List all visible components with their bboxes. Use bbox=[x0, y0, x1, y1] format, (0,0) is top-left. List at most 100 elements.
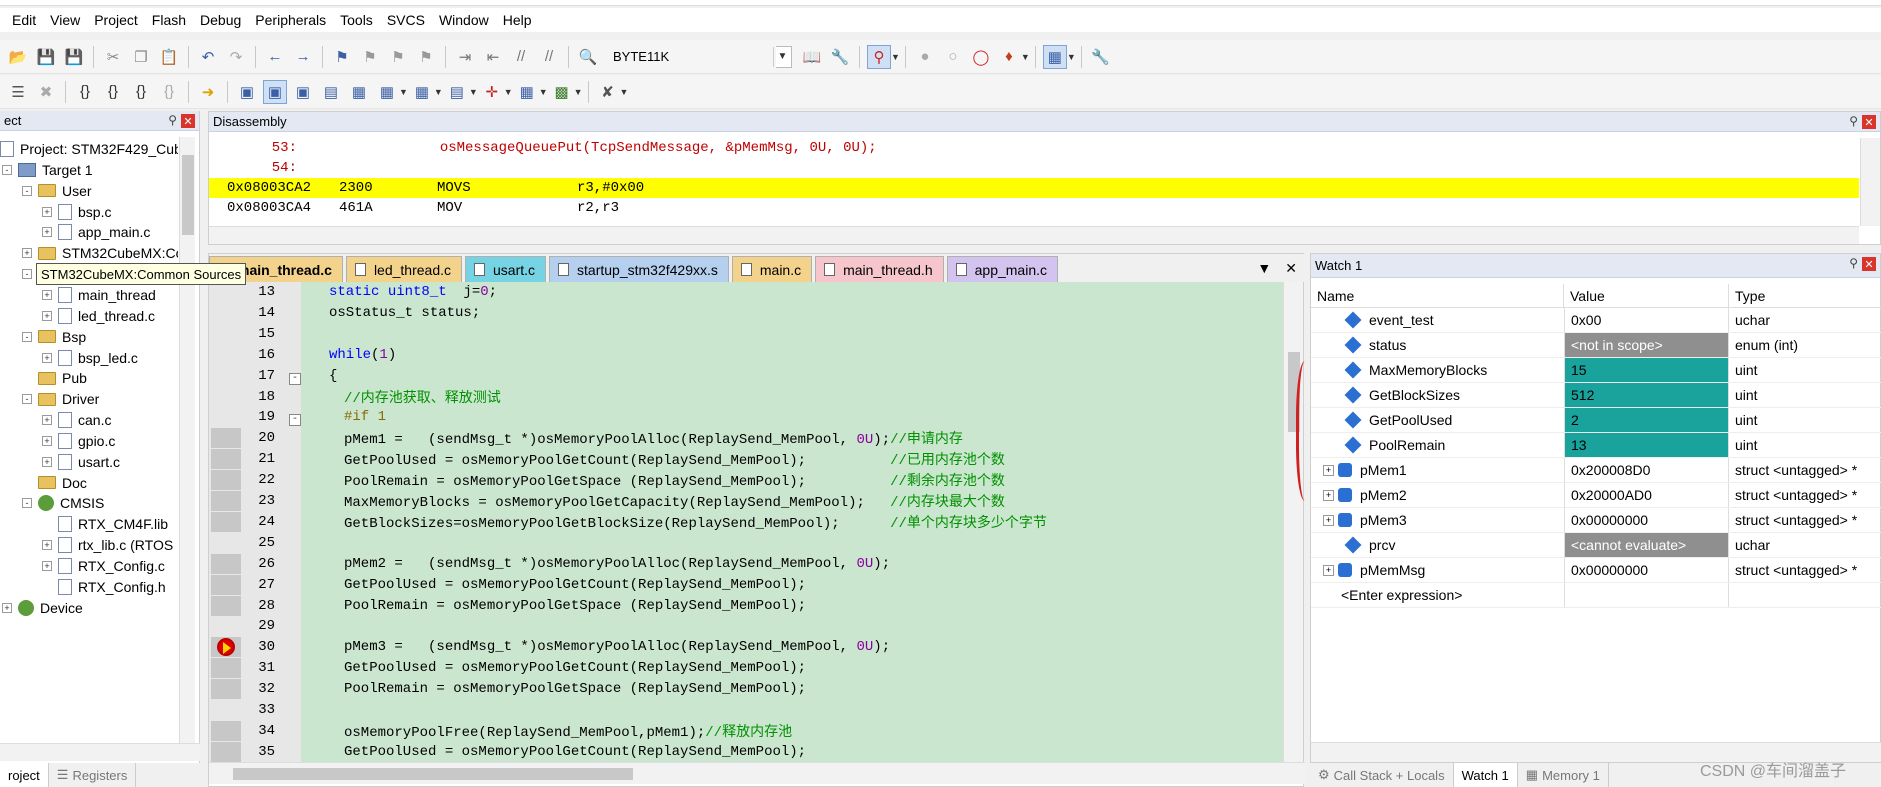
uncomment-icon[interactable]: // bbox=[537, 45, 561, 69]
menu-peripherals[interactable]: Peripherals bbox=[251, 12, 336, 28]
code-line[interactable]: 25 bbox=[209, 533, 344, 553]
menu-svcs[interactable]: SVCS bbox=[383, 12, 435, 28]
menu-project[interactable]: Project bbox=[90, 12, 148, 28]
chevron-down-icon[interactable]: ▼ bbox=[434, 87, 443, 97]
paste-icon[interactable]: 📋 bbox=[157, 45, 181, 69]
watch-name[interactable]: + pMem3 bbox=[1311, 512, 1564, 528]
trace-window-icon[interactable]: ▦ bbox=[515, 80, 539, 104]
code-line[interactable]: 30 pMem3 = (sendMsg_t *)osMemoryPoolAlloc… bbox=[209, 637, 890, 657]
menu-edit[interactable]: Edit bbox=[8, 12, 46, 28]
code-line[interactable]: 32 PoolRemain = osMemoryPoolGetSpace (Rep… bbox=[209, 679, 806, 699]
tab-project[interactable]: roject bbox=[0, 763, 49, 787]
collapse-icon[interactable]: - bbox=[22, 331, 32, 342]
watch-value[interactable]: 0x200008D0 bbox=[1564, 458, 1729, 482]
tab-led-thread-c[interactable]: led_thread.c bbox=[345, 256, 462, 282]
code-line[interactable]: 17 - { bbox=[209, 366, 337, 386]
watch-value[interactable]: 0x00 bbox=[1564, 308, 1729, 332]
source-line[interactable]: 54: bbox=[209, 158, 1859, 178]
code-line[interactable]: 28 PoolRemain = osMemoryPoolGetSpace (Rep… bbox=[209, 596, 806, 616]
pin-icon[interactable]: ⚲ bbox=[1849, 114, 1858, 128]
chevron-down-icon[interactable]: ▼ bbox=[574, 87, 583, 97]
tab-main-thread-h[interactable]: main_thread.h bbox=[815, 256, 944, 282]
watch-name[interactable]: GetPoolUsed bbox=[1311, 411, 1564, 429]
watch-name[interactable]: + pMem2 bbox=[1311, 487, 1564, 503]
cut-icon[interactable]: ✂ bbox=[101, 45, 125, 69]
expand-icon[interactable]: + bbox=[1323, 464, 1334, 476]
copy-icon[interactable]: ❐ bbox=[129, 45, 153, 69]
watch-row[interactable]: + pMemMsg 0x00000000 struct <untagged> * bbox=[1311, 558, 1881, 583]
tab-app-main-c[interactable]: app_main.c bbox=[946, 256, 1059, 282]
watch-row[interactable]: PoolRemain 13 uint bbox=[1311, 433, 1881, 458]
chevron-down-icon[interactable]: ▼ bbox=[399, 87, 408, 97]
system-viewer-icon[interactable]: ▩ bbox=[550, 80, 574, 104]
watch-row[interactable]: status <not in scope> enum (int) bbox=[1311, 333, 1881, 358]
watch-row[interactable]: event_test 0x00 uchar bbox=[1311, 308, 1881, 333]
expand-icon[interactable]: + bbox=[42, 289, 52, 300]
insert-breakpoint-icon[interactable]: ● bbox=[913, 45, 937, 69]
watch-window-icon[interactable]: ▦ bbox=[375, 80, 399, 104]
code-line[interactable]: 35 GetPoolUsed = osMemoryPoolGetCount(Rep… bbox=[209, 742, 806, 762]
collapse-icon[interactable]: - bbox=[22, 394, 32, 405]
indent-icon[interactable]: ⇥ bbox=[453, 45, 477, 69]
disassembly-window-icon[interactable]: ▣ bbox=[263, 79, 287, 104]
call-stack-icon[interactable]: ▦ bbox=[347, 80, 371, 104]
expand-icon[interactable]: + bbox=[1323, 514, 1334, 526]
enter-expression[interactable]: <Enter expression> bbox=[1311, 587, 1564, 603]
code-line[interactable]: 15 bbox=[209, 324, 329, 344]
expand-icon[interactable]: + bbox=[2, 602, 12, 613]
nav-forward-icon[interactable]: → bbox=[291, 45, 315, 69]
step-over-icon[interactable]: {} bbox=[101, 80, 125, 104]
watch-value[interactable]: <not in scope> bbox=[1564, 333, 1729, 357]
collapse-icon[interactable]: - bbox=[289, 414, 301, 427]
window-layout-icon[interactable]: ▦ bbox=[1042, 44, 1067, 69]
tab-usart-c[interactable]: usart.c bbox=[465, 256, 547, 282]
editor-vertical-scrollbar[interactable] bbox=[1283, 282, 1303, 762]
collapse-icon[interactable]: - bbox=[22, 185, 32, 196]
tree-item[interactable]: + Device bbox=[2, 596, 83, 620]
project-horizontal-scrollbar[interactable] bbox=[0, 743, 200, 761]
instruction-row[interactable]: 0x08003CA2 2300 MOVS r3,#0x00 bbox=[209, 178, 1859, 198]
expand-icon[interactable]: + bbox=[42, 310, 52, 321]
close-icon[interactable]: ✕ bbox=[181, 114, 195, 128]
stop-icon[interactable]: ✖ bbox=[34, 80, 58, 104]
menu-help[interactable]: Help bbox=[499, 12, 542, 28]
code-line[interactable]: 13 static uint8_t j=0; bbox=[209, 282, 497, 302]
comment-icon[interactable]: // bbox=[509, 45, 533, 69]
show-next-statement-icon[interactable]: ➜ bbox=[196, 80, 220, 104]
find-icon[interactable]: 📖 bbox=[800, 45, 824, 69]
expand-icon[interactable]: + bbox=[42, 415, 52, 426]
watch-name[interactable]: + pMem1 bbox=[1311, 462, 1564, 478]
tab-call-stack-locals[interactable]: ⚙ Call Stack + Locals bbox=[1310, 763, 1454, 787]
unindent-icon[interactable]: ⇤ bbox=[481, 45, 505, 69]
expand-icon[interactable]: + bbox=[42, 435, 52, 446]
menu-tools[interactable]: Tools bbox=[336, 12, 383, 28]
undo-icon[interactable]: ↶ bbox=[196, 45, 220, 69]
column-header-value[interactable]: Value bbox=[1564, 283, 1729, 308]
code-line[interactable]: 22 PoolRemain = osMemoryPoolGetSpace (Rep… bbox=[209, 470, 1005, 490]
code-editor[interactable]: 13 static uint8_t j=0; 14 osStatus_t status… bbox=[209, 282, 1285, 762]
close-icon[interactable]: ✕ bbox=[1862, 115, 1876, 129]
watch-row[interactable]: prcv <cannot evaluate> uchar bbox=[1311, 533, 1881, 558]
collapse-icon[interactable]: - bbox=[289, 372, 301, 385]
tab-memory-1[interactable]: ▦ Memory 1 bbox=[1518, 763, 1609, 787]
chevron-down-icon[interactable]: ▼ bbox=[469, 87, 478, 97]
expand-icon[interactable]: + bbox=[42, 561, 52, 571]
memory-window-icon[interactable]: ▦ bbox=[410, 80, 434, 104]
watch-value[interactable]: 15 bbox=[1564, 358, 1729, 382]
expand-icon[interactable]: + bbox=[1323, 489, 1334, 501]
expand-icon[interactable]: + bbox=[42, 352, 52, 363]
reset-icon[interactable]: ☰ bbox=[6, 80, 30, 104]
step-out-icon[interactable]: {} bbox=[129, 80, 153, 104]
scrollbar-thumb[interactable] bbox=[233, 768, 633, 780]
collapse-icon[interactable]: - bbox=[2, 164, 12, 175]
watch-row[interactable]: MaxMemoryBlocks 15 uint bbox=[1311, 358, 1881, 383]
nav-back-icon[interactable]: ← bbox=[263, 45, 287, 69]
tab-registers[interactable]: ☰ Registers bbox=[49, 763, 137, 787]
chevron-down-icon[interactable]: ▼ bbox=[504, 87, 513, 97]
kill-breakpoints-icon[interactable]: ♦ bbox=[997, 45, 1021, 69]
disassembly-vertical-scrollbar[interactable] bbox=[1860, 138, 1880, 226]
chevron-down-icon[interactable]: ▼ bbox=[539, 87, 548, 97]
incremental-find-icon[interactable]: 🔧 bbox=[828, 45, 852, 69]
code-line[interactable]: 19 - #if 1 bbox=[209, 407, 386, 427]
command-window-icon[interactable]: ▣ bbox=[235, 80, 259, 104]
